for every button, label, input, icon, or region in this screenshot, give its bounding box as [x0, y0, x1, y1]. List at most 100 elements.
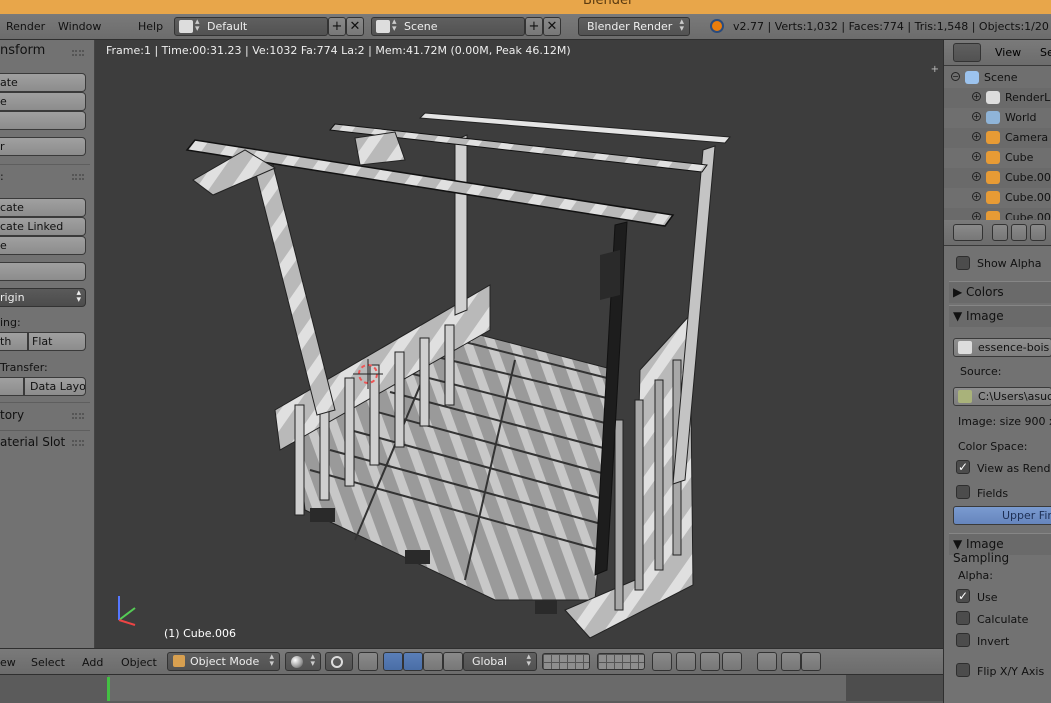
layers-grid-2[interactable] [597, 653, 645, 670]
panel-grip-icon[interactable] [72, 440, 84, 446]
view-as-render-label: View as Render [977, 462, 1051, 475]
duplicate-button[interactable]: cate [0, 198, 86, 217]
expand-toggle-icon[interactable]: + [972, 172, 981, 181]
outliner-item[interactable]: + Cube.000 [944, 168, 1051, 188]
menu-render[interactable]: Render [6, 20, 45, 33]
collapse-arrow-icon: ▼ [953, 309, 967, 323]
material-slot-panel-header[interactable]: aterial Slot [0, 435, 65, 455]
render-layer-tab-icon[interactable] [1011, 224, 1027, 241]
outliner-item[interactable]: + World [944, 108, 1051, 128]
menu-help[interactable]: Help [138, 20, 163, 33]
translate-manipulator-icon[interactable] [383, 652, 403, 671]
render-tab-icon[interactable] [992, 224, 1008, 241]
screen-layout-select[interactable]: ▴ ▾ Default [174, 17, 328, 36]
outliner-item[interactable]: + Camera [944, 128, 1051, 148]
menu-select[interactable]: Select [31, 656, 65, 669]
render-engine-select[interactable]: Blender Render ▴ ▾ [578, 17, 690, 36]
viewport-shading-select[interactable]: ▴ ▾ [285, 652, 321, 671]
expand-toggle-icon[interactable]: + [972, 92, 981, 101]
scene-tab-icon[interactable] [1030, 224, 1046, 241]
pivot-point-select[interactable] [325, 652, 353, 671]
duplicate-linked-button[interactable]: cate Linked [0, 217, 86, 236]
info-header: Render Window Help ▴ ▾ Default + ✕ ▴ ▾ Sce… [0, 14, 1051, 40]
flip-xy-checkbox[interactable] [956, 663, 970, 677]
layers-grid-1[interactable] [542, 653, 590, 670]
editor-type-select[interactable] [953, 43, 981, 62]
menu-window[interactable]: Window [58, 20, 101, 33]
outliner-item-name: World [1005, 111, 1037, 124]
rotate-manipulator-icon[interactable] [403, 652, 423, 671]
expand-toggle-icon[interactable]: + [972, 212, 981, 220]
translate-button[interactable]: ate [0, 73, 86, 92]
panel-grip-icon[interactable] [72, 174, 84, 180]
data-transfer-button[interactable] [0, 377, 24, 396]
pergola-model[interactable] [95, 40, 943, 648]
field-order-upper-first-button[interactable]: Upper First [953, 506, 1051, 525]
shade-flat-button[interactable]: Flat [28, 332, 86, 351]
outliner-item[interactable]: − Scene [944, 68, 1051, 88]
show-alpha-checkbox[interactable] [956, 256, 970, 270]
data-layout-button[interactable]: Data Layo [24, 377, 86, 396]
menu-add[interactable]: Add [82, 656, 103, 669]
timeline[interactable] [0, 674, 943, 703]
scale-button[interactable] [0, 111, 86, 130]
mirror-button[interactable]: r [0, 137, 86, 156]
proportional-edit-icon[interactable] [676, 652, 696, 671]
join-button[interactable] [0, 262, 86, 281]
invert-checkbox[interactable] [956, 633, 970, 647]
panel-grip-icon[interactable] [72, 413, 84, 419]
3d-viewport[interactable]: Frame:1 | Time:00:31.23 | Ve:1032 Fa:774… [95, 40, 943, 648]
snap-element-icon[interactable] [722, 652, 742, 671]
menu-object[interactable]: Object [121, 656, 157, 669]
image-datablock-field[interactable]: essence-bois [953, 338, 1051, 357]
scene-select[interactable]: ▴ ▾ Scene [371, 17, 525, 36]
panel-grip-icon[interactable] [72, 50, 84, 56]
calculate-alpha-checkbox[interactable] [956, 611, 970, 625]
menu-view[interactable]: ew [0, 656, 16, 669]
colors-panel-header[interactable]: ▶ Colors [949, 281, 1051, 303]
snap-toggle-icon[interactable] [700, 652, 720, 671]
clapboard-icon[interactable] [801, 652, 821, 671]
remove-scene-button[interactable]: ✕ [543, 17, 561, 36]
delete-button[interactable]: e [0, 236, 86, 255]
add-screen-button[interactable]: + [328, 17, 346, 36]
source-path-field[interactable]: C:\Users\asuch [953, 387, 1051, 406]
orientation-value: Global [472, 655, 508, 668]
scale-manipulator-icon[interactable] [423, 652, 443, 671]
set-origin-select[interactable]: rigin ▴ ▾ [0, 288, 86, 307]
outliner-menu-search[interactable]: Se [1040, 46, 1051, 59]
add-scene-button[interactable]: + [525, 17, 543, 36]
layer-lock-icon[interactable] [652, 652, 672, 671]
history-panel-header[interactable]: tory [0, 408, 24, 428]
outliner-item[interactable]: + Cube.001 [944, 188, 1051, 208]
outliner-menu-view[interactable]: View [995, 46, 1021, 59]
rotate-button[interactable]: e [0, 92, 86, 111]
expand-toggle-icon[interactable]: − [951, 72, 960, 81]
fields-checkbox[interactable] [956, 485, 970, 499]
outliner-item[interactable]: + Cube.002 [944, 208, 1051, 220]
remove-screen-button[interactable]: ✕ [346, 17, 364, 36]
edit-panel-header[interactable]: : [0, 170, 4, 190]
expand-toggle-icon[interactable]: + [972, 192, 981, 201]
shade-smooth-button[interactable]: th [0, 332, 28, 351]
opengl-render-icon[interactable] [757, 652, 777, 671]
render-animation-icon[interactable] [781, 652, 801, 671]
expand-toggle-icon[interactable]: + [972, 152, 981, 161]
image-sampling-panel-header[interactable]: ▼ Image Sampling [949, 533, 1051, 565]
expand-toggle-icon[interactable]: + [972, 112, 981, 121]
editor-type-select[interactable] [953, 224, 983, 241]
transform-panel-header[interactable]: nsform [0, 43, 45, 63]
extra-manipulator-icon[interactable] [443, 652, 463, 671]
image-panel-header[interactable]: ▼ Image [949, 305, 1051, 327]
expand-toggle-icon[interactable]: + [972, 132, 981, 141]
use-alpha-checkbox[interactable]: ✓ [956, 589, 970, 603]
outliner-item[interactable]: + RenderLa [944, 88, 1051, 108]
manipulator-toggle-icon[interactable] [358, 652, 378, 671]
view-as-render-checkbox[interactable]: ✓ [956, 460, 970, 474]
viewport-add-region-icon[interactable]: + [931, 64, 939, 75]
current-frame-marker[interactable] [107, 677, 110, 701]
mode-select[interactable]: Object Mode ▴ ▾ [167, 652, 280, 671]
outliner-item[interactable]: + Cube [944, 148, 1051, 168]
transform-orientation-select[interactable]: Global ▴ ▾ [463, 652, 537, 671]
fields-label: Fields [977, 487, 1009, 500]
